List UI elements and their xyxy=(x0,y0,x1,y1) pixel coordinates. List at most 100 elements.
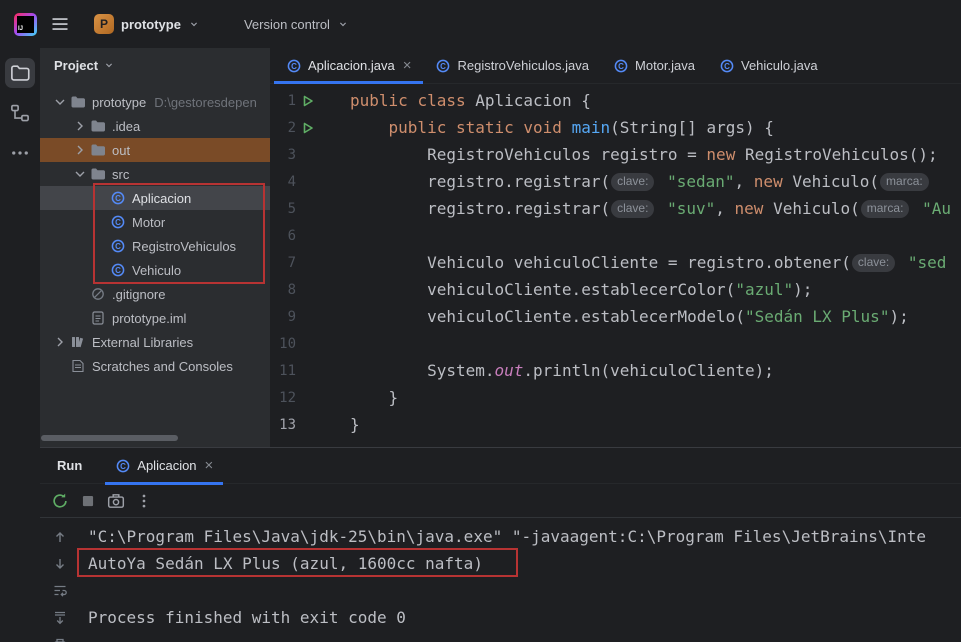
project-name: prototype xyxy=(121,17,181,32)
editor-area: CAplicacion.java×CRegistroVehiculos.java… xyxy=(270,48,961,447)
down-button[interactable] xyxy=(50,554,70,574)
line-number: 4 xyxy=(270,174,296,190)
tree-item-vehiculo[interactable]: CVehiculo xyxy=(40,258,270,282)
chevron-right-icon[interactable] xyxy=(52,334,68,350)
inlay-hint[interactable]: clave: xyxy=(852,254,895,272)
code-token: main xyxy=(572,118,611,137)
print-icon xyxy=(52,637,68,642)
code-text: registro.registrar(clave: "sedan", new V… xyxy=(320,172,932,192)
tree-item-label: Aplicacion xyxy=(132,191,191,206)
structure-tool-button[interactable] xyxy=(5,98,35,128)
class-icon: C xyxy=(115,458,131,474)
rerun-icon xyxy=(51,492,69,510)
scrollend-button[interactable] xyxy=(50,608,70,628)
code-token xyxy=(562,118,572,137)
code-token: (String[] args) { xyxy=(610,118,774,137)
code-line-8[interactable]: 8 vehiculoCliente.establecerColor("azul"… xyxy=(270,276,961,303)
code-line-6[interactable]: 6 xyxy=(270,222,961,249)
code-line-3[interactable]: 3 RegistroVehiculos registro = new Regis… xyxy=(270,141,961,168)
line-number: 12 xyxy=(270,390,296,406)
tree-item-gitignore[interactable]: .gitignore xyxy=(40,282,270,306)
project-tool-button[interactable] xyxy=(5,58,35,88)
intellij-logo-icon[interactable]: IJ xyxy=(14,13,37,36)
project-panel-header[interactable]: Project xyxy=(40,48,270,82)
code-line-5[interactable]: 5 registro.registrar(clave: "suv", new V… xyxy=(270,195,961,222)
run-gutter-icon[interactable] xyxy=(296,94,320,108)
line-number: 3 xyxy=(270,147,296,163)
code-token: RegistroVehiculos(); xyxy=(735,145,937,164)
up-button[interactable] xyxy=(50,527,70,547)
code-token: , xyxy=(715,199,734,218)
inlay-hint[interactable]: marca: xyxy=(861,200,910,218)
tree-item-external-libraries[interactable]: External Libraries xyxy=(40,330,270,354)
tree-item-out[interactable]: out xyxy=(40,138,270,162)
editor-tab-registrovehiculos-java[interactable]: CRegistroVehiculos.java xyxy=(423,48,601,83)
code-line-10[interactable]: 10 xyxy=(270,330,961,357)
tree-item-prototype-iml[interactable]: prototype.iml xyxy=(40,306,270,330)
intellij-window: IJ P prototype Version control Project p… xyxy=(0,0,961,642)
kebab-button[interactable] xyxy=(134,491,154,511)
run-gutter-icon[interactable] xyxy=(296,121,320,135)
more-tool-button[interactable] xyxy=(5,138,35,168)
chevron-right-icon[interactable] xyxy=(72,142,88,158)
console-output[interactable]: "C:\Program Files\Java\jdk-25\bin\java.e… xyxy=(80,519,961,642)
svg-text:C: C xyxy=(115,242,121,251)
chevron-spacer xyxy=(92,190,108,206)
code-line-9[interactable]: 9 vehiculoCliente.establecerModelo("Sedá… xyxy=(270,303,961,330)
horizontal-scrollbar[interactable] xyxy=(41,435,178,441)
tree-item-registrovehiculos[interactable]: C RegistroVehiculos xyxy=(40,234,270,258)
code-line-1[interactable]: 1public class Aplicacion { xyxy=(270,87,961,114)
inlay-hint[interactable]: clave: xyxy=(611,173,654,191)
chevron-down-icon[interactable] xyxy=(72,166,88,182)
code-line-12[interactable]: 12 } xyxy=(270,384,961,411)
gitignore-icon xyxy=(90,286,106,302)
code-text: RegistroVehiculos registro = new Registr… xyxy=(320,145,938,164)
run-toolbar xyxy=(40,484,961,518)
close-icon[interactable]: × xyxy=(205,458,214,473)
tree-item-aplicacion[interactable]: CAplicacion xyxy=(40,186,270,210)
console-line-3 xyxy=(88,577,961,604)
code-area[interactable]: 1public class Aplicacion {2 public stati… xyxy=(270,84,961,438)
rerun-button[interactable] xyxy=(50,491,70,511)
tree-item-label: RegistroVehiculos xyxy=(132,239,236,254)
print-button[interactable] xyxy=(50,635,70,642)
tree-item-idea[interactable]: .idea xyxy=(40,114,270,138)
editor-tab-aplicacion-java[interactable]: CAplicacion.java× xyxy=(274,48,423,83)
tree-item-prototype[interactable]: prototypeD:\gestoresdepen xyxy=(40,90,270,114)
folder-icon xyxy=(90,142,106,158)
project-widget[interactable]: P prototype xyxy=(85,9,209,39)
class-icon: C xyxy=(719,58,735,74)
editor-tab-vehiculo-java[interactable]: CVehiculo.java xyxy=(707,48,830,83)
code-line-7[interactable]: 7 Vehiculo vehiculoCliente = registro.ob… xyxy=(270,249,961,276)
chevron-right-icon[interactable] xyxy=(72,118,88,134)
vcs-label: Version control xyxy=(244,17,330,32)
line-number: 7 xyxy=(270,255,296,271)
tree-item-src[interactable]: src xyxy=(40,162,270,186)
stop-button[interactable] xyxy=(78,491,98,511)
softwrap-button[interactable] xyxy=(50,581,70,601)
code-token: ); xyxy=(889,307,908,326)
chevron-spacer xyxy=(92,238,108,254)
tab-label: Motor.java xyxy=(635,58,695,73)
code-token: "sed xyxy=(908,253,947,272)
code-line-2[interactable]: 2 public static void main(String[] args)… xyxy=(270,114,961,141)
tree-item-motor[interactable]: CMotor xyxy=(40,210,270,234)
code-line-11[interactable]: 11 System.out.println(vehiculoCliente); xyxy=(270,357,961,384)
camera-button[interactable] xyxy=(106,491,126,511)
tree-item-scratches-and-consoles[interactable]: Scratches and Consoles xyxy=(40,354,270,378)
inlay-hint[interactable]: marca: xyxy=(880,173,929,191)
tool-window-strip xyxy=(0,48,40,642)
chevron-down-icon[interactable] xyxy=(52,94,68,110)
hamburger-menu-button[interactable] xyxy=(45,9,75,39)
folder-icon xyxy=(70,94,86,110)
run-tab-aplicacion[interactable]: C Aplicacion × xyxy=(105,448,223,484)
chevron-down-icon xyxy=(188,18,200,30)
code-token: Vehiculo vehiculoCliente = registro.obte… xyxy=(350,253,851,272)
code-line-4[interactable]: 4 registro.registrar(clave: "sedan", new… xyxy=(270,168,961,195)
editor-tab-motor-java[interactable]: CMotor.java xyxy=(601,48,707,83)
code-line-13[interactable]: 13} xyxy=(270,411,961,438)
code-token xyxy=(657,199,667,218)
close-icon[interactable]: × xyxy=(403,58,412,73)
vcs-widget[interactable]: Version control xyxy=(235,12,358,37)
inlay-hint[interactable]: clave: xyxy=(611,200,654,218)
